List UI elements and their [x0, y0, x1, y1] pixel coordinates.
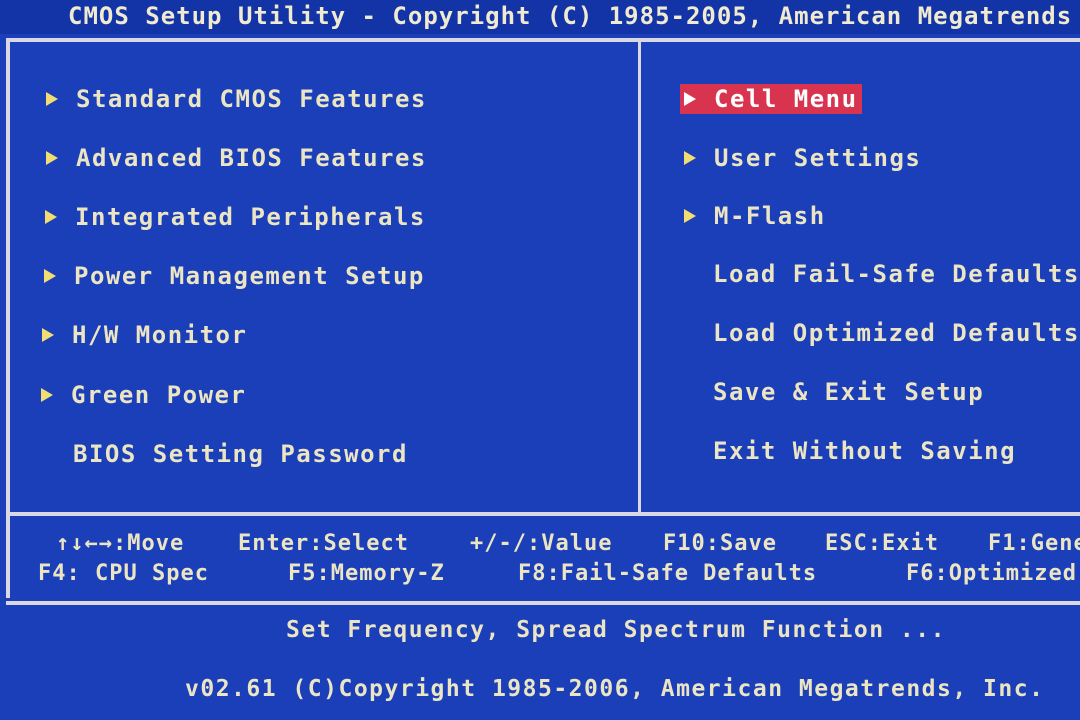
submenu-arrow-icon: [684, 92, 696, 106]
menu-item-label: Cell Menu: [714, 85, 858, 113]
menu-item-label: Save & Exit Setup: [713, 378, 985, 406]
key-legend-row-2: F4: CPU Spec F5:Memory-Z F8:Fail-Safe De…: [0, 561, 1080, 591]
item-help-text: Set Frequency, Spread Spectrum Function …: [286, 617, 946, 643]
submenu-arrow-icon: [42, 328, 54, 342]
menu-item-label: Integrated Peripherals: [75, 203, 426, 231]
menu-item-user-settings[interactable]: User Settings: [684, 141, 921, 175]
menu-item-power-management-setup[interactable]: Power Management Setup: [44, 259, 425, 293]
menu-bottom-border: [6, 512, 1080, 516]
selection-highlight: Cell Menu: [680, 84, 862, 114]
submenu-arrow-icon: [46, 151, 58, 165]
submenu-arrow-icon: [46, 92, 58, 106]
menu-item-bios-setting-password[interactable]: BIOS Setting Password: [73, 437, 408, 471]
bios-version-footer: v02.61 (C)Copyright 1985-2006, American …: [185, 676, 1045, 702]
menu-item-label: User Settings: [714, 144, 922, 172]
submenu-arrow-icon: [44, 269, 56, 283]
key-hint-move: ↑↓←→:Move: [56, 531, 185, 556]
key-hint-select: Enter:Select: [238, 531, 409, 556]
title-bar: CMOS Setup Utility - Copyright (C) 1985-…: [0, 0, 1080, 34]
key-hint-fail-safe-defaults: F8:Fail-Safe Defaults: [518, 561, 818, 586]
key-hint-cpu-spec: F4: CPU Spec: [38, 561, 209, 586]
legend-bottom-border: [6, 601, 1080, 605]
submenu-arrow-icon: [45, 210, 57, 224]
menu-item-m-flash[interactable]: M-Flash: [684, 199, 826, 233]
menu-item-label: Load Fail-Safe Defaults: [713, 260, 1080, 288]
menu-item-label: M-Flash: [714, 202, 826, 230]
submenu-arrow-icon: [684, 151, 696, 165]
key-hint-general-help: F1:General Help: [988, 531, 1080, 556]
menu-item-label: Standard CMOS Features: [76, 85, 427, 113]
menu-item-label: Advanced BIOS Features: [76, 144, 427, 172]
key-hint-value: +/-/:Value: [470, 531, 613, 556]
menu-item-exit-without-saving[interactable]: Exit Without Saving: [713, 434, 1016, 468]
menu-item-label: H/W Monitor: [72, 321, 248, 349]
submenu-arrow-icon: [41, 388, 53, 402]
key-hint-exit: ESC:Exit: [825, 531, 939, 556]
menu-item-advanced-bios-features[interactable]: Advanced BIOS Features: [46, 141, 427, 175]
menu-item-label: Power Management Setup: [74, 262, 425, 290]
key-hint-save: F10:Save: [663, 531, 777, 556]
frame-top-border: [6, 38, 1080, 42]
menu-item-label: Green Power: [71, 381, 247, 409]
window-title: CMOS Setup Utility - Copyright (C) 1985-…: [68, 2, 1073, 30]
menu-item-label: Load Optimized Defaults: [713, 319, 1080, 347]
menu-item-load-fail-safe-defaults[interactable]: Load Fail-Safe Defaults: [713, 257, 1080, 291]
menu-item-green-power[interactable]: Green Power: [41, 378, 246, 412]
key-hint-optimized-defaults: F6:Optimized Defaults: [906, 561, 1080, 586]
submenu-arrow-icon: [684, 209, 696, 223]
menu-column-divider: [638, 42, 641, 512]
menu-item-standard-cmos-features[interactable]: Standard CMOS Features: [46, 82, 427, 116]
key-legend-row-1: ↑↓←→:Move Enter:Select +/-/:Value F10:Sa…: [0, 531, 1080, 561]
key-hint-memory-z: F5:Memory-Z: [288, 561, 445, 586]
menu-item-hw-monitor[interactable]: H/W Monitor: [42, 318, 247, 352]
menu-item-cell-menu[interactable]: Cell Menu: [680, 82, 862, 116]
menu-item-save-exit-setup[interactable]: Save & Exit Setup: [713, 375, 984, 409]
menu-item-load-optimized-defaults[interactable]: Load Optimized Defaults: [713, 316, 1080, 350]
menu-item-label: Exit Without Saving: [713, 437, 1017, 465]
menu-item-label: BIOS Setting Password: [73, 440, 408, 468]
menu-item-integrated-peripherals[interactable]: Integrated Peripherals: [45, 200, 426, 234]
